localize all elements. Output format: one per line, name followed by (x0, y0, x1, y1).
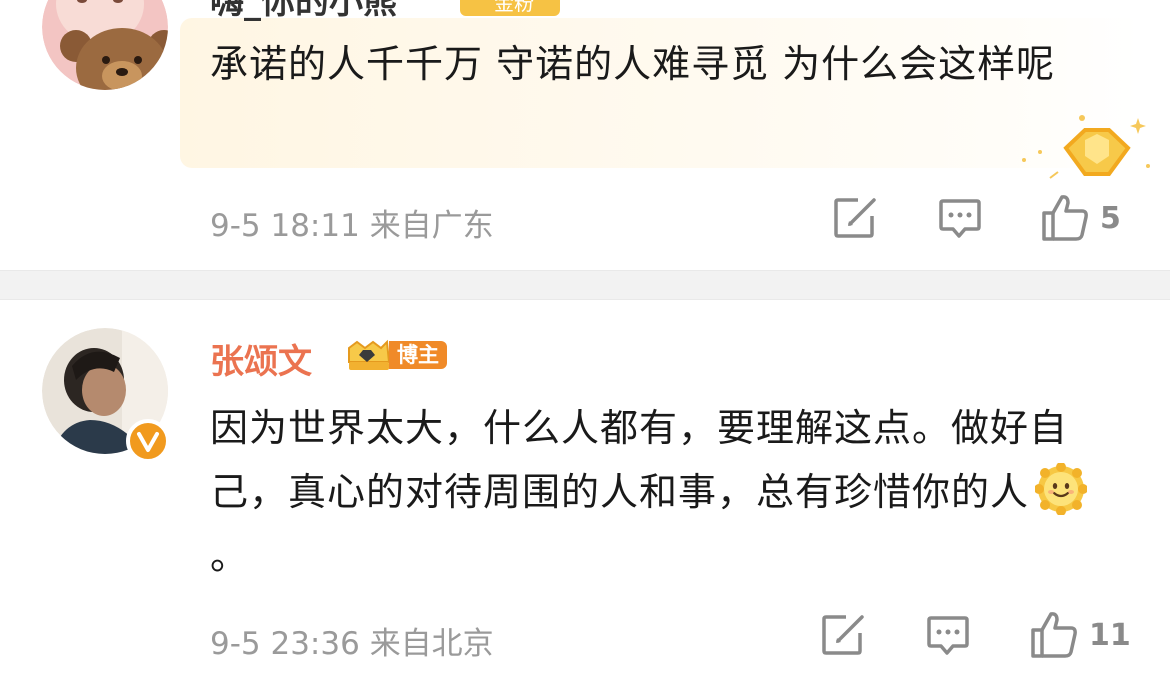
blogger-badge-label: 博主 (389, 341, 447, 369)
comment-location: 来自北京 (369, 626, 494, 662)
thumbs-up-icon (1031, 612, 1077, 658)
crown-diamond-icon (348, 339, 391, 370)
comment-text: 承诺的人千千万 守诺的人难寻觅 为什么会这样呢 (210, 42, 1056, 86)
comment-meta: 9-5 18:11 来自广东 (210, 200, 494, 245)
like-button[interactable]: 5 (1040, 193, 1121, 243)
like-count: 5 (1100, 200, 1121, 236)
comment-bubble-icon (927, 616, 969, 655)
avatar[interactable] (42, 0, 168, 90)
reply-button[interactable] (925, 614, 971, 658)
comment-item: 张颂文 博主 因为世界太大，什么人都有，要理解这点。做好自己，真心的对待周围的人… (0, 300, 1170, 683)
comment-location: 来自广东 (369, 208, 494, 244)
blogger-badge: 博主 (345, 339, 457, 370)
share-button[interactable] (820, 613, 868, 657)
edit-share-icon (822, 615, 864, 655)
comment-text: 因为世界太大，什么人都有，要理解这点。做好自己，真心的对待周围的人和事，总有珍惜… (210, 396, 1130, 588)
share-button[interactable] (832, 196, 880, 240)
thumbs-up-icon (1042, 195, 1088, 241)
comment-meta: 9-5 23:36 来自北京 (210, 618, 494, 663)
comments-page: 嗨_你的小熊 金粉 承诺的人千千万 守诺的人难寻觅 为什么会这样呢 9-5 18… (0, 0, 1170, 683)
comment-text-end: 。 (210, 534, 250, 578)
vip-medal-icon (1022, 115, 1150, 179)
edit-share-icon (834, 198, 876, 238)
comment-timestamp: 9-5 23:36 (210, 626, 360, 662)
comment-item: 嗨_你的小熊 金粉 承诺的人千千万 守诺的人难寻觅 为什么会这样呢 9-5 18… (0, 0, 1170, 270)
comment-timestamp: 9-5 18:11 (210, 208, 360, 244)
verified-badge-icon (126, 419, 170, 463)
smiling-sun-emoji-icon (1035, 463, 1088, 515)
reply-button[interactable] (937, 197, 983, 241)
like-count: 11 (1089, 617, 1131, 653)
comment-bubble-icon (939, 199, 981, 238)
comment-username[interactable]: 张颂文 (210, 334, 312, 383)
fan-badge: 金粉 (460, 0, 560, 16)
avatar-girl-with-bear-image (42, 0, 168, 90)
comment-text-main: 因为世界太大，什么人都有，要理解这点。做好自己，真心的对待周围的人和事，总有珍惜… (210, 406, 1069, 514)
like-button[interactable]: 11 (1029, 610, 1131, 660)
comment-username[interactable]: 嗨_你的小熊 (210, 0, 397, 23)
comment-divider (0, 270, 1170, 300)
fan-badge-label: 金粉 (494, 0, 534, 15)
